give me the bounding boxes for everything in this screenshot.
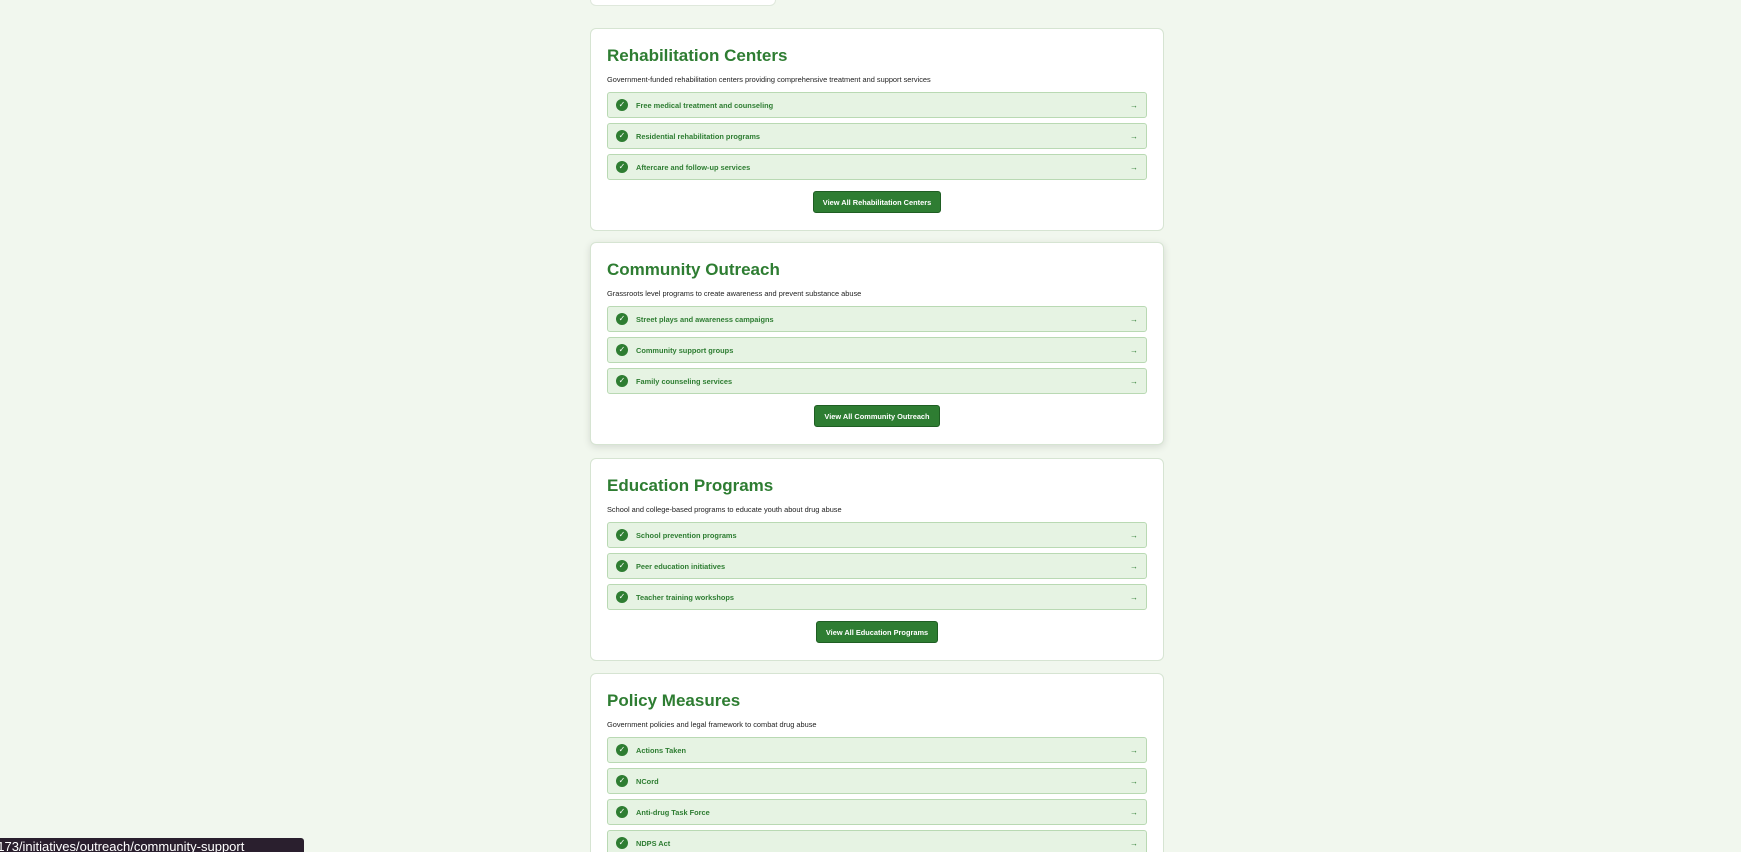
arrow-right-icon: → xyxy=(1130,530,1138,540)
list-item[interactable]: ✓ Teacher training workshops → xyxy=(607,584,1147,610)
list-item[interactable]: ✓ Street plays and awareness campaigns → xyxy=(607,306,1147,332)
check-circle-icon: ✓ xyxy=(616,591,628,603)
section-title: Rehabilitation Centers xyxy=(607,46,788,65)
section-description: Government-funded rehabilitation centers… xyxy=(607,75,931,84)
arrow-right-icon: → xyxy=(1130,838,1138,848)
item-label: Residential rehabilitation programs xyxy=(636,131,761,141)
section-card-community-outreach: Community Outreach Grassroots level prog… xyxy=(590,242,1164,445)
item-label: NDPS Act xyxy=(636,838,671,848)
section-title: Policy Measures xyxy=(607,691,741,710)
arrow-right-icon: → xyxy=(1130,376,1138,386)
list-item[interactable]: ✓ Peer education initiatives → xyxy=(607,553,1147,579)
item-label: Family counseling services xyxy=(636,376,733,386)
check-circle-icon: ✓ xyxy=(616,161,628,173)
previous-card xyxy=(590,0,776,6)
arrow-right-icon: → xyxy=(1130,100,1138,110)
item-label: Street plays and awareness campaigns xyxy=(636,314,774,324)
item-label: School prevention programs xyxy=(636,530,737,540)
check-circle-icon: ✓ xyxy=(616,806,628,818)
view-all-community-outreach-button[interactable]: View All Community Outreach xyxy=(814,405,940,427)
list-item[interactable]: ✓ Free medical treatment and counseling … xyxy=(607,92,1147,118)
list-item[interactable]: ✓ Aftercare and follow-up services → xyxy=(607,154,1147,180)
view-all-rehabilitation-button[interactable]: View All Rehabilitation Centers xyxy=(812,191,942,213)
page: Rehabilitation Centers Government-funded… xyxy=(0,0,1741,852)
check-circle-icon: ✓ xyxy=(616,837,628,849)
item-label: Actions Taken xyxy=(636,745,686,755)
list-item[interactable]: ✓ Community support groups → xyxy=(607,337,1147,363)
list-item[interactable]: ✓ NDPS Act → xyxy=(607,830,1147,852)
section-description: School and college-based programs to edu… xyxy=(607,505,842,514)
item-list: ✓ Free medical treatment and counseling … xyxy=(607,92,1147,180)
button-row: View All Community Outreach xyxy=(607,394,1147,427)
list-item[interactable]: ✓ Family counseling services → xyxy=(607,368,1147,394)
item-label: Aftercare and follow-up services xyxy=(636,162,751,172)
item-label: Community support groups xyxy=(636,345,734,355)
arrow-right-icon: → xyxy=(1130,776,1138,786)
item-label: NCord xyxy=(636,776,659,786)
check-circle-icon: ✓ xyxy=(616,130,628,142)
arrow-right-icon: → xyxy=(1130,131,1138,141)
item-label: Free medical treatment and counseling xyxy=(636,100,774,110)
arrow-right-icon: → xyxy=(1130,745,1138,755)
section-card-education: Education Programs School and college-ba… xyxy=(590,458,1164,661)
check-circle-icon: ✓ xyxy=(616,313,628,325)
view-all-education-button[interactable]: View All Education Programs xyxy=(815,621,939,643)
check-circle-icon: ✓ xyxy=(616,744,628,756)
check-circle-icon: ✓ xyxy=(616,529,628,541)
list-item[interactable]: ✓ Actions Taken → xyxy=(607,737,1147,763)
arrow-right-icon: → xyxy=(1130,314,1138,324)
link-status-bar: 5173/initiatives/outreach/community-supp… xyxy=(0,838,304,852)
list-item[interactable]: ✓ School prevention programs → xyxy=(607,522,1147,548)
list-item[interactable]: ✓ Anti-drug Task Force → xyxy=(607,799,1147,825)
arrow-right-icon: → xyxy=(1130,162,1138,172)
item-label: Peer education initiatives xyxy=(636,561,726,571)
section-title: Community Outreach xyxy=(607,260,780,279)
arrow-right-icon: → xyxy=(1130,592,1138,602)
section-description: Government policies and legal framework … xyxy=(607,720,817,729)
list-item[interactable]: ✓ NCord → xyxy=(607,768,1147,794)
check-circle-icon: ✓ xyxy=(616,560,628,572)
section-title: Education Programs xyxy=(607,476,774,495)
check-circle-icon: ✓ xyxy=(616,775,628,787)
section-card-rehabilitation: Rehabilitation Centers Government-funded… xyxy=(590,28,1164,231)
check-circle-icon: ✓ xyxy=(616,344,628,356)
section-card-policy: Policy Measures Government policies and … xyxy=(590,673,1164,852)
button-row: View All Rehabilitation Centers xyxy=(607,180,1147,213)
arrow-right-icon: → xyxy=(1130,561,1138,571)
arrow-right-icon: → xyxy=(1130,345,1138,355)
list-item[interactable]: ✓ Residential rehabilitation programs → xyxy=(607,123,1147,149)
section-description: Grassroots level programs to create awar… xyxy=(607,289,862,298)
item-label: Teacher training workshops xyxy=(636,592,735,602)
arrow-right-icon: → xyxy=(1130,807,1138,817)
check-circle-icon: ✓ xyxy=(616,99,628,111)
check-circle-icon: ✓ xyxy=(616,375,628,387)
item-list: ✓ Actions Taken → ✓ NCord → ✓ Anti-drug … xyxy=(607,737,1147,852)
item-label: Anti-drug Task Force xyxy=(636,807,710,817)
item-list: ✓ Street plays and awareness campaigns →… xyxy=(607,306,1147,394)
item-list: ✓ School prevention programs → ✓ Peer ed… xyxy=(607,522,1147,610)
button-row: View All Education Programs xyxy=(607,610,1147,643)
